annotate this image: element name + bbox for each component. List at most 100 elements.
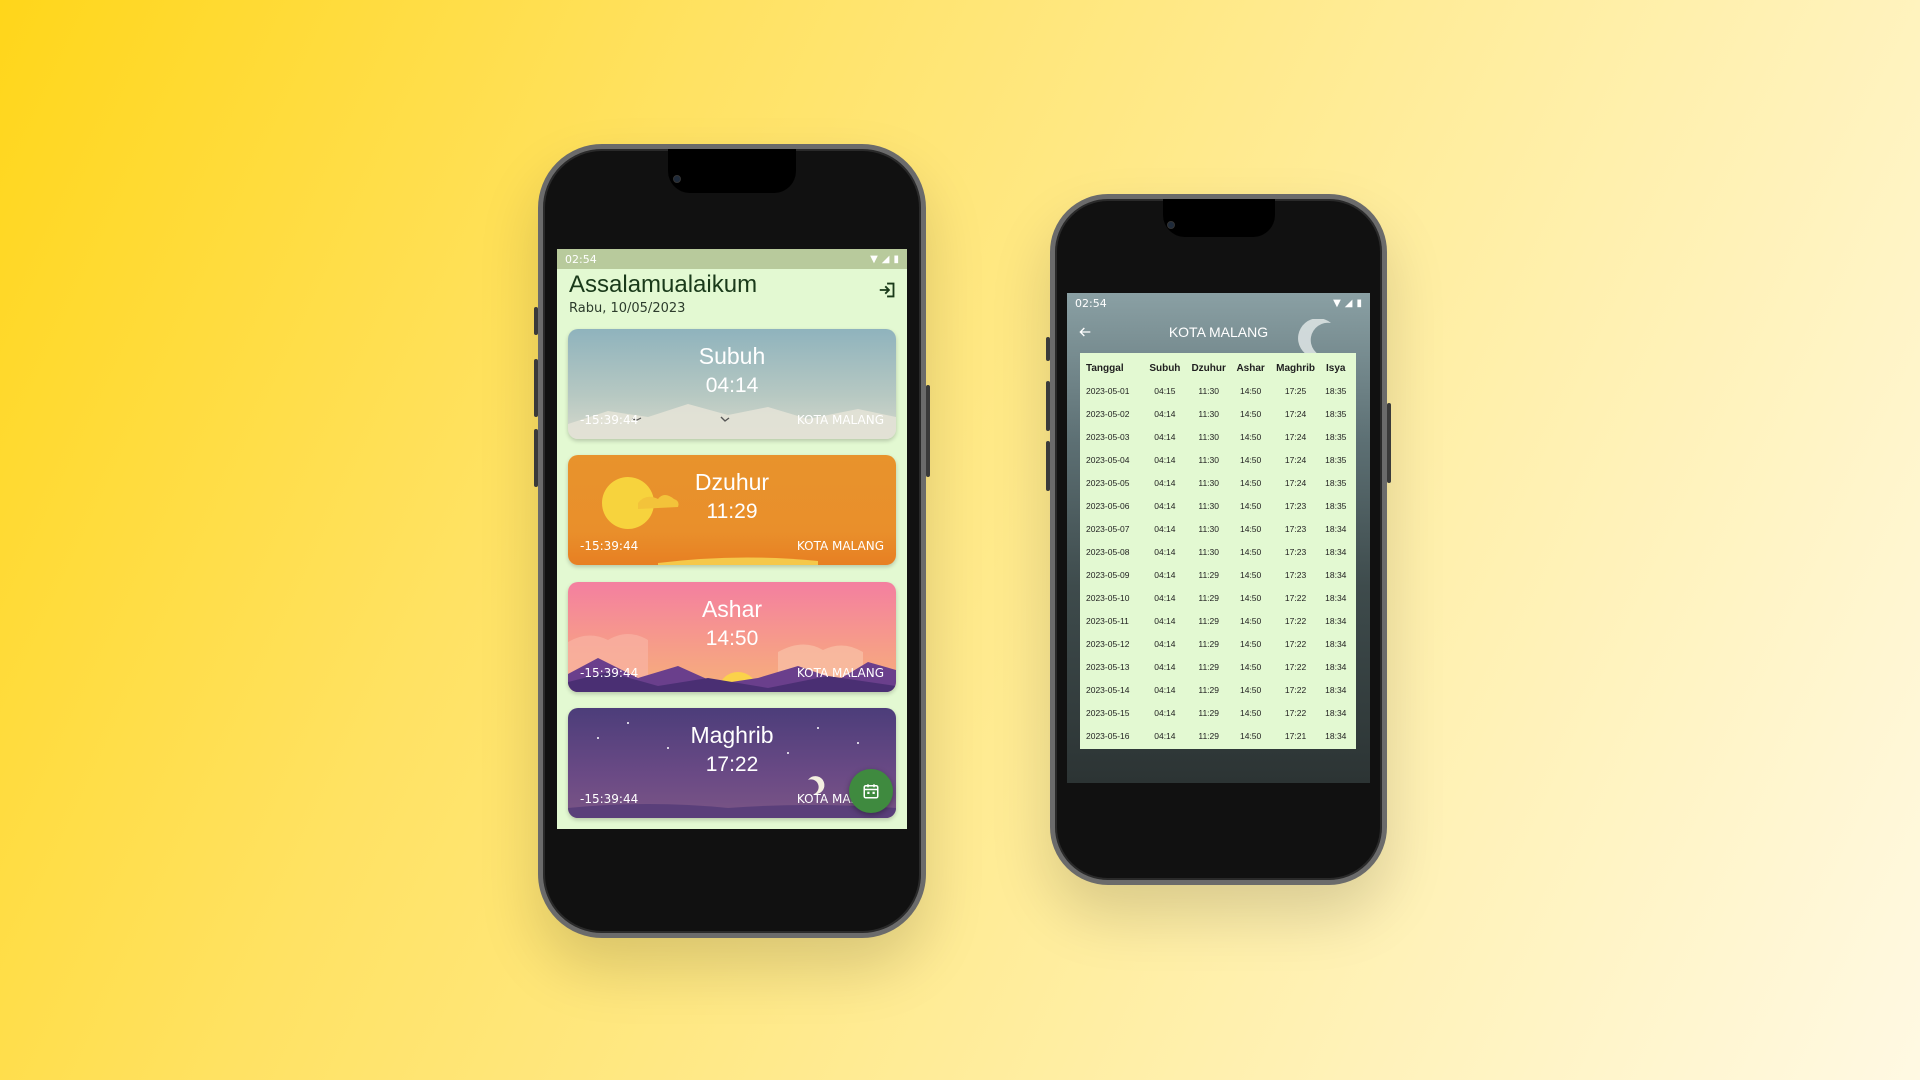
date-cell: 2023-05-01 xyxy=(1086,385,1130,396)
signal-icon: ◢ xyxy=(881,253,890,265)
volume-up-button xyxy=(1046,381,1050,431)
prayer-countdown: -15:39:44 xyxy=(580,792,639,806)
prayer-name: Subuh xyxy=(698,343,766,369)
table-row: 2023-05-02 04:14 11:30 14:50 17:24 18:35 xyxy=(1086,402,1350,425)
time-cell: 04:14 xyxy=(1154,569,1176,580)
time-cell: 18:35 xyxy=(1325,500,1347,511)
time-cell: 17:24 xyxy=(1284,454,1307,465)
column-header: Subuh xyxy=(1149,362,1181,374)
time-cell: 18:34 xyxy=(1325,730,1347,741)
date-cell: 2023-05-05 xyxy=(1086,477,1130,488)
prayer-time: 04:14 xyxy=(705,374,759,397)
prayer-card-maghrib[interactable]: Maghrib 17:22 -15:39:44 KOTA MALANG xyxy=(568,708,896,818)
column-header: Dzuhur xyxy=(1191,362,1226,374)
prayer-city: KOTA MALANG xyxy=(796,413,884,427)
table-row: 2023-05-16 04:14 11:29 14:50 17:21 18:34 xyxy=(1086,724,1350,747)
time-cell: 04:14 xyxy=(1154,500,1176,511)
calendar-fab-button[interactable] xyxy=(849,769,893,813)
date-cell: 2023-05-08 xyxy=(1086,546,1130,557)
logout-icon[interactable] xyxy=(877,279,899,301)
table-row: 2023-05-06 04:14 11:30 14:50 17:23 18:35 xyxy=(1086,494,1350,517)
time-cell: 18:34 xyxy=(1325,684,1347,695)
time-cell: 11:30 xyxy=(1198,431,1219,442)
side-button xyxy=(1046,337,1050,361)
time-cell: 14:50 xyxy=(1239,684,1262,695)
time-cell: 17:22 xyxy=(1284,707,1307,718)
time-cell: 14:50 xyxy=(1239,477,1262,488)
time-cell: 04:15 xyxy=(1154,385,1176,396)
time-cell: 17:24 xyxy=(1284,431,1307,442)
time-cell: 04:14 xyxy=(1154,454,1176,465)
time-cell: 14:50 xyxy=(1239,730,1262,741)
prayer-city: KOTA MALANG xyxy=(796,666,884,680)
side-button xyxy=(534,307,538,335)
date-cell: 2023-05-13 xyxy=(1086,661,1130,672)
table-row: 2023-05-09 04:14 11:29 14:50 17:23 18:34 xyxy=(1086,563,1350,586)
time-cell: 14:50 xyxy=(1239,638,1262,649)
time-cell: 14:50 xyxy=(1239,431,1262,442)
volume-up-button xyxy=(534,359,538,417)
time-cell: 11:29 xyxy=(1198,638,1219,649)
time-cell: 11:29 xyxy=(1198,569,1219,580)
prayer-schedule-table: Tanggal Subuh Dzuhur Ashar Maghrib Isya … xyxy=(1080,353,1356,749)
time-cell: 17:22 xyxy=(1284,638,1307,649)
time-cell: 11:29 xyxy=(1198,661,1219,672)
status-time: 02:54 xyxy=(1075,296,1107,310)
time-cell: 18:34 xyxy=(1325,546,1347,557)
time-cell: 18:35 xyxy=(1325,385,1347,396)
time-cell: 17:21 xyxy=(1284,730,1307,741)
time-cell: 04:14 xyxy=(1154,684,1176,695)
arrow-back-icon[interactable] xyxy=(1077,324,1093,340)
time-cell: 04:14 xyxy=(1154,546,1176,557)
prayer-card-ashar[interactable]: Ashar 14:50 -15:39:44 KOTA MALANG xyxy=(568,582,896,692)
time-cell: 17:23 xyxy=(1284,500,1307,511)
date-cell: 2023-05-14 xyxy=(1086,684,1130,695)
table-row: 2023-05-15 04:14 11:29 14:50 17:22 18:34 xyxy=(1086,701,1350,724)
column-header: Ashar xyxy=(1236,362,1265,374)
table-row: 2023-05-05 04:14 11:30 14:50 17:24 18:35 xyxy=(1086,471,1350,494)
phone-home-mockup: 02:54 ▼ ◢ ▮ Assalamualaikum Rabu, 10/05/… xyxy=(534,144,930,938)
time-cell: 11:29 xyxy=(1198,684,1219,695)
time-cell: 18:34 xyxy=(1325,523,1347,534)
date-cell: 2023-05-09 xyxy=(1086,569,1130,580)
column-header: Maghrib xyxy=(1276,362,1315,374)
date-cell: 2023-05-15 xyxy=(1086,707,1130,718)
phone-schedule-mockup: 02:54 ▼ ◢ ▮ KOTA MALANG Tanggal Subuh Dz… xyxy=(1046,194,1391,885)
time-cell: 17:22 xyxy=(1284,684,1307,695)
time-cell: 14:50 xyxy=(1239,592,1262,603)
date-cell: 2023-05-02 xyxy=(1086,408,1130,419)
time-cell: 04:14 xyxy=(1154,592,1176,603)
time-cell: 14:50 xyxy=(1239,569,1262,580)
time-cell: 04:14 xyxy=(1154,477,1176,488)
prayer-card-subuh[interactable]: Subuh 04:14 -15:39:44 KOTA MALANG xyxy=(568,329,896,439)
power-button xyxy=(926,385,930,477)
front-camera xyxy=(1167,221,1175,229)
date-cell: 2023-05-12 xyxy=(1086,638,1130,649)
column-header: Isya xyxy=(1326,362,1346,374)
time-cell: 17:25 xyxy=(1284,385,1307,396)
table-row: 2023-05-08 04:14 11:30 14:50 17:23 18:34 xyxy=(1086,540,1350,563)
greeting-title: Assalamualaikum xyxy=(569,271,758,298)
time-cell: 11:30 xyxy=(1198,385,1219,396)
time-cell: 18:34 xyxy=(1325,592,1347,603)
table-header-row: Tanggal Subuh Dzuhur Ashar Maghrib Isya xyxy=(1086,357,1350,379)
time-cell: 18:35 xyxy=(1325,408,1347,419)
time-cell: 11:29 xyxy=(1198,592,1219,603)
schedule-title: KOTA MALANG xyxy=(1168,324,1269,340)
time-cell: 18:35 xyxy=(1325,431,1347,442)
table-row: 2023-05-01 04:15 11:30 14:50 17:25 18:35 xyxy=(1086,379,1350,402)
prayer-card-dzuhur[interactable]: Dzuhur 11:29 -15:39:44 KOTA MALANG xyxy=(568,455,896,565)
time-cell: 04:14 xyxy=(1154,408,1176,419)
prayer-time: 14:50 xyxy=(705,627,759,650)
signal-icon: ◢ xyxy=(1344,297,1353,309)
phone-notch xyxy=(668,149,796,193)
time-cell: 18:34 xyxy=(1325,661,1347,672)
phone-notch xyxy=(1162,199,1275,237)
status-time: 02:54 xyxy=(565,252,597,266)
date-cell: 2023-05-16 xyxy=(1086,730,1130,741)
time-cell: 17:24 xyxy=(1284,408,1307,419)
time-cell: 11:30 xyxy=(1198,477,1219,488)
time-cell: 11:30 xyxy=(1198,523,1219,534)
time-cell: 17:22 xyxy=(1284,615,1307,626)
table-row: 2023-05-10 04:14 11:29 14:50 17:22 18:34 xyxy=(1086,586,1350,609)
